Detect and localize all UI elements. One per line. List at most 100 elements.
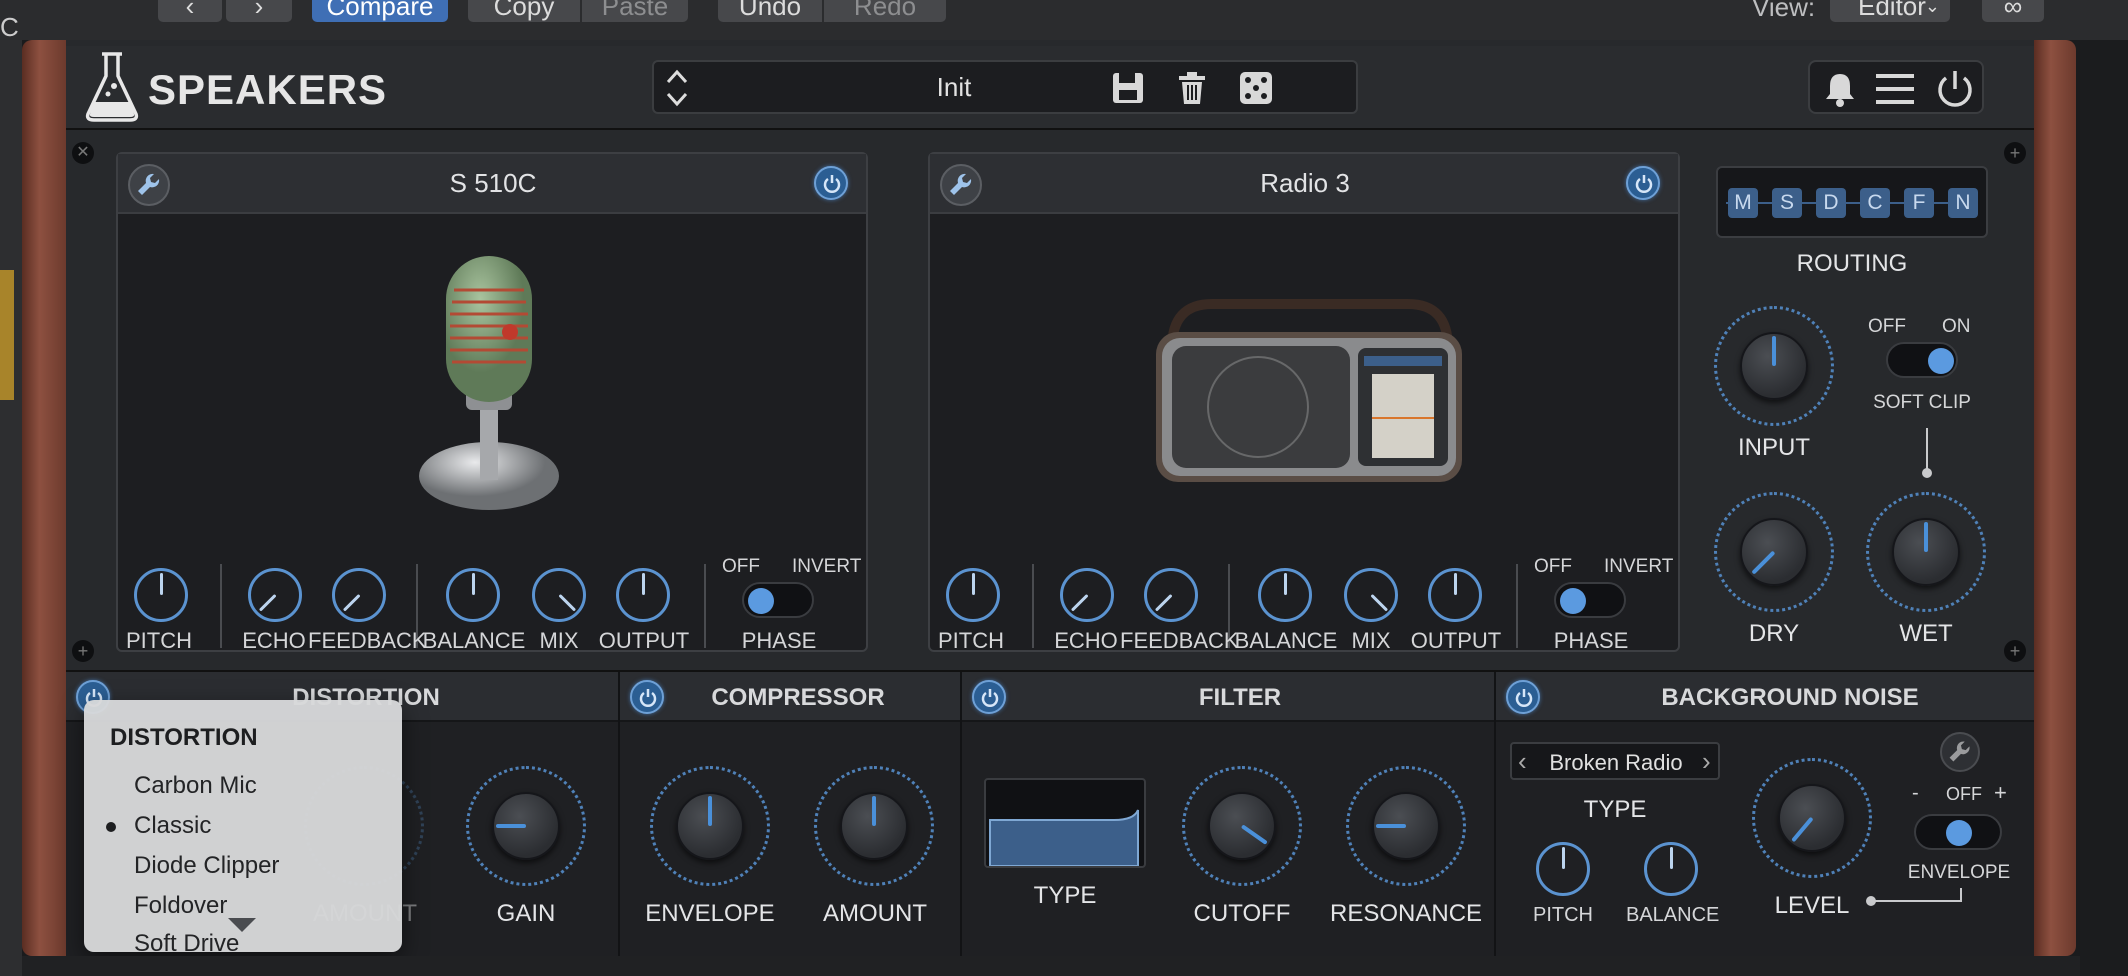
routing-button-s[interactable]: S <box>1772 188 1802 218</box>
scroll-down-arrow-icon[interactable] <box>228 918 256 932</box>
noise-type-selector[interactable]: ‹ Broken Radio › <box>1510 742 1720 780</box>
soft-clip-toggle[interactable] <box>1886 342 1958 378</box>
speaker-a-power-button[interactable] <box>814 166 848 200</box>
filter-resonance-label: RESONANCE <box>1330 900 1483 927</box>
bell-icon[interactable] <box>1822 70 1858 108</box>
dropdown-item-foldover[interactable]: Foldover <box>134 892 227 920</box>
speaker-a-name[interactable]: S 510C <box>318 168 668 199</box>
view-select-value: Editor <box>1858 0 1926 21</box>
selected-bullet-icon <box>106 822 116 832</box>
routing-button-c[interactable]: C <box>1860 188 1890 218</box>
noise-type-label: TYPE <box>1583 796 1647 823</box>
speaker-a-balance-knob[interactable] <box>446 568 500 622</box>
routing-button-f[interactable]: F <box>1904 188 1934 218</box>
soft-clip-node <box>1922 468 1932 478</box>
screw-icon: + <box>2004 640 2026 662</box>
wood-side-left <box>22 40 66 956</box>
filter-curve <box>989 809 1139 867</box>
filter-resonance-knob[interactable] <box>1372 792 1440 860</box>
host-right-strip <box>2080 40 2128 976</box>
host-bottom-strip <box>22 956 2080 976</box>
compressor-envelope-knob[interactable] <box>676 792 744 860</box>
nav-back-button[interactable]: ‹ <box>158 0 222 22</box>
save-icon[interactable] <box>1110 70 1146 106</box>
power-icon[interactable] <box>1934 68 1976 110</box>
phase-off-label: OFF <box>1534 556 1572 577</box>
envelope-node <box>1866 896 1876 906</box>
wrench-icon[interactable] <box>128 164 170 206</box>
routing-button-m[interactable]: M <box>1728 188 1758 218</box>
speaker-b-output-knob[interactable] <box>1428 568 1482 622</box>
dropdown-item-soft-drive[interactable]: Soft Drive <box>134 930 239 952</box>
distortion-type-dropdown[interactable]: DISTORTION Carbon Mic Classic Diode Clip… <box>84 700 402 952</box>
envelope-off-label: OFF <box>1946 784 1982 804</box>
host-toolbar: ‹ › Compare Copy Paste Undo Redo View: E… <box>0 0 2128 42</box>
screw-icon: + <box>72 640 94 662</box>
routing-button-d[interactable]: D <box>1816 188 1846 218</box>
routing-button-n[interactable]: N <box>1948 188 1978 218</box>
dropdown-item-carbon-mic[interactable]: Carbon Mic <box>134 772 257 800</box>
speaker-a-output-knob[interactable] <box>616 568 670 622</box>
speaker-b-balance-knob[interactable] <box>1258 568 1312 622</box>
speaker-a-phase-toggle[interactable] <box>742 582 814 618</box>
speaker-b-knob-label: MIX <box>1351 628 1391 653</box>
speaker-a-feedback-knob[interactable] <box>332 568 386 622</box>
speaker-b-pitch-knob[interactable] <box>946 568 1000 622</box>
speaker-b-power-button[interactable] <box>1626 166 1660 200</box>
host-left-strip <box>0 40 22 976</box>
redo-button[interactable]: Redo <box>824 0 946 22</box>
filter-type-display[interactable] <box>984 778 1146 868</box>
view-select[interactable]: Editor ⌄ <box>1830 0 1950 22</box>
copy-button[interactable]: Copy <box>468 0 580 22</box>
speaker-a-mix-knob[interactable] <box>532 568 586 622</box>
speaker-a-pitch-knob[interactable] <box>134 568 188 622</box>
menu-icon[interactable] <box>1876 72 1914 106</box>
compressor-power-button[interactable] <box>630 680 664 714</box>
chevron-left-icon[interactable]: ‹ <box>1518 746 1527 777</box>
dropdown-header: DISTORTION <box>110 724 258 751</box>
dropdown-item-classic[interactable]: Classic <box>134 812 211 840</box>
dice-icon[interactable] <box>1238 70 1274 106</box>
filter-title: FILTER <box>1198 684 1282 711</box>
speaker-b-mix-knob[interactable] <box>1344 568 1398 622</box>
noise-level-knob[interactable] <box>1778 784 1846 852</box>
wrench-icon[interactable] <box>1940 732 1980 772</box>
speaker-a-phase-label: PHASE <box>741 628 817 653</box>
soft-clip-label: SOFT CLIP <box>1873 392 1971 413</box>
undo-button[interactable]: Undo <box>718 0 822 22</box>
dropdown-item-diode-clipper[interactable]: Diode Clipper <box>134 852 279 880</box>
preset-name[interactable]: Init <box>804 72 1104 103</box>
speaker-a-knob-label: BALANCE <box>422 628 526 653</box>
distortion-gain-knob[interactable] <box>492 792 560 860</box>
radio-image <box>1156 299 1462 482</box>
noise-pitch-knob[interactable] <box>1536 842 1590 896</box>
noise-power-button[interactable] <box>1506 680 1540 714</box>
chevron-right-icon[interactable]: › <box>1702 746 1711 777</box>
compare-button[interactable]: Compare <box>312 0 448 22</box>
filter-power-button[interactable] <box>972 680 1006 714</box>
speaker-b-name[interactable]: Radio 3 <box>1130 168 1480 199</box>
trash-icon[interactable] <box>1174 70 1210 106</box>
speaker-b-feedback-knob[interactable] <box>1144 568 1198 622</box>
paste-button[interactable]: Paste <box>582 0 688 22</box>
link-icon[interactable]: ∞ <box>1982 0 2044 22</box>
view-label: View: <box>1752 0 1816 22</box>
wet-knob[interactable] <box>1892 518 1960 586</box>
speaker-b-echo-knob[interactable] <box>1060 568 1114 622</box>
wrench-icon[interactable] <box>940 164 982 206</box>
speaker-b-phase-label: PHASE <box>1553 628 1629 653</box>
speaker-a-echo-knob[interactable] <box>248 568 302 622</box>
speaker-b-knob-label: BALANCE <box>1234 628 1338 653</box>
speaker-b-phase-toggle[interactable] <box>1554 582 1626 618</box>
compressor-amount-knob[interactable] <box>840 792 908 860</box>
envelope-line <box>1960 888 1962 902</box>
plugin-title: SPEAKERS <box>148 66 388 113</box>
envelope-label: ENVELOPE <box>1907 862 2011 883</box>
nav-forward-button[interactable]: › <box>226 0 292 22</box>
dry-knob[interactable] <box>1740 518 1808 586</box>
envelope-toggle[interactable] <box>1914 814 2002 850</box>
preset-updown-icon[interactable] <box>662 66 692 110</box>
filter-cutoff-knob[interactable] <box>1208 792 1276 860</box>
input-knob[interactable] <box>1740 332 1808 400</box>
noise-balance-knob[interactable] <box>1644 842 1698 896</box>
